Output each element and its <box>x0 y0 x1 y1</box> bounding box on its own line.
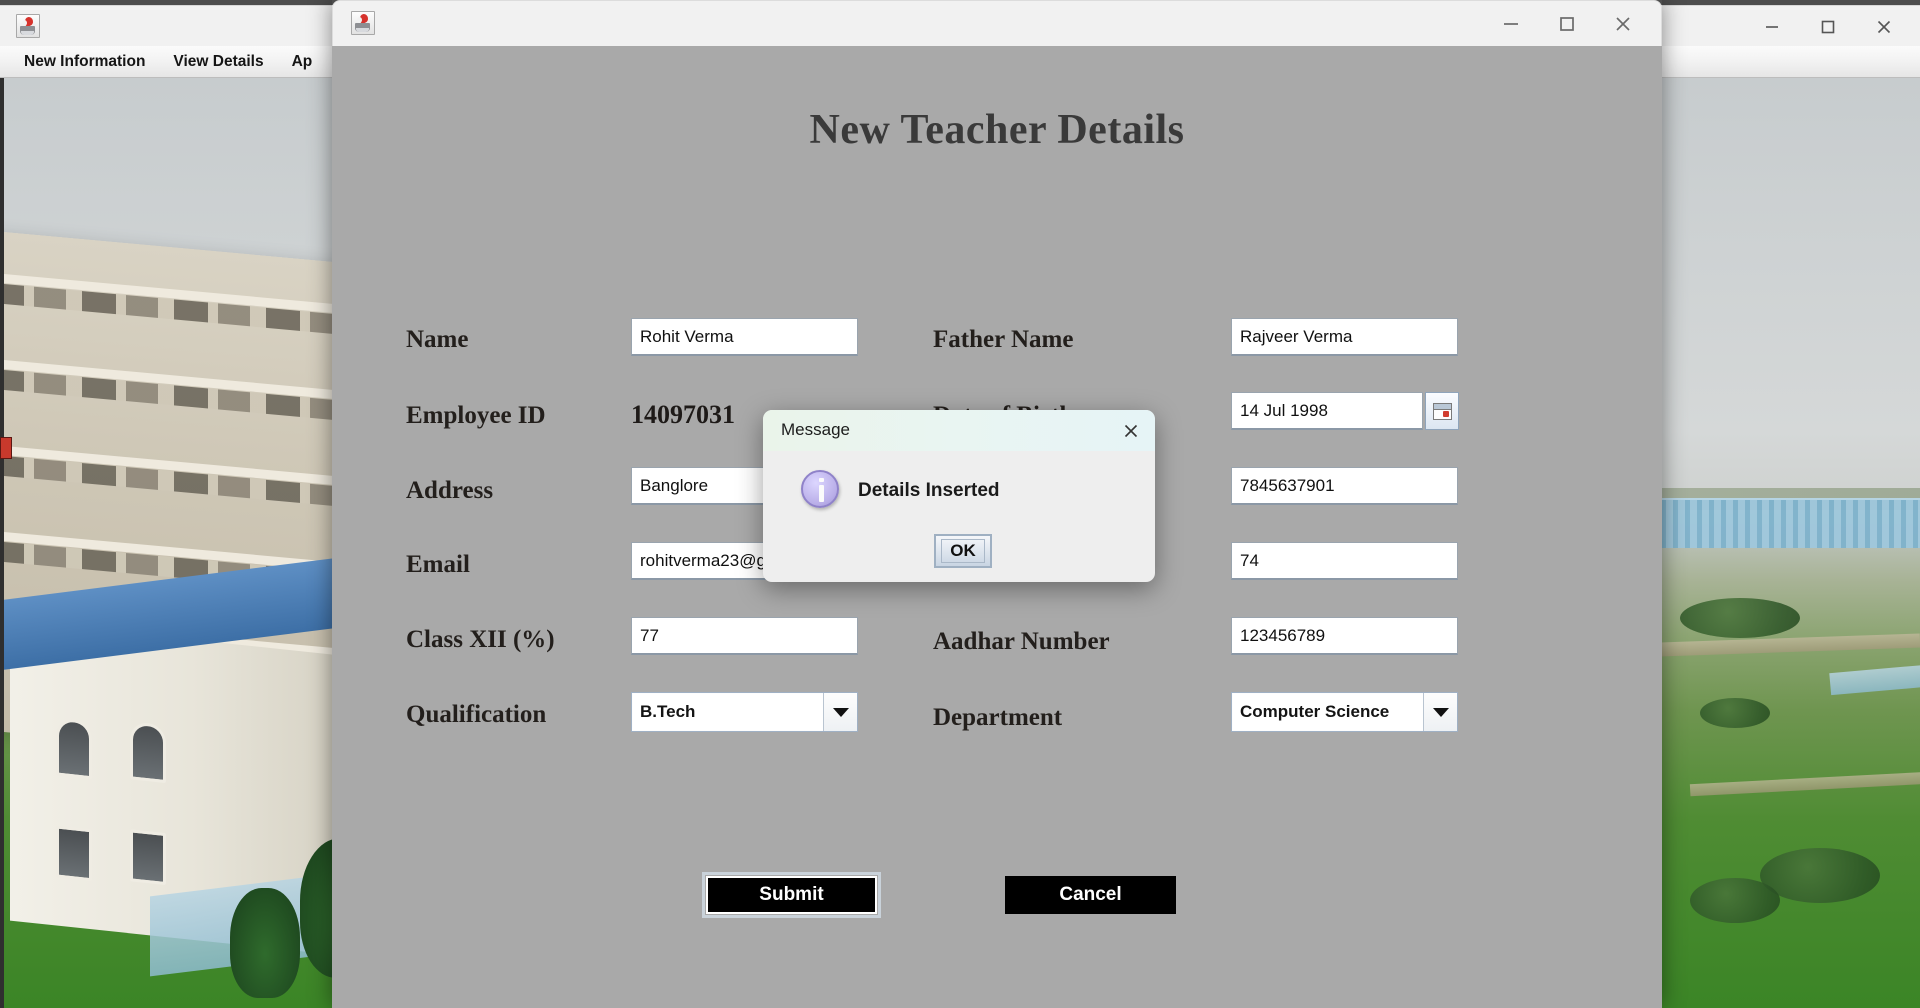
message-dialog-title: Message <box>781 420 850 439</box>
photo-tree <box>230 888 300 998</box>
maximize-button[interactable] <box>1539 1 1595 47</box>
employee-id-value: 14097031 <box>631 400 735 429</box>
ok-button[interactable]: OK <box>934 534 992 568</box>
label-email: Email <box>406 551 470 578</box>
close-button[interactable] <box>1856 6 1912 47</box>
page-title: New Teacher Details <box>809 107 1185 153</box>
label-address: Address <box>406 477 494 504</box>
maximize-button[interactable] <box>1800 6 1856 47</box>
submit-button[interactable]: Submit <box>702 872 881 918</box>
photo-water <box>1829 662 1920 696</box>
qualification-select[interactable]: B.Tech <box>631 692 858 732</box>
chevron-down-icon[interactable] <box>823 693 857 731</box>
photo-path <box>1689 771 1920 797</box>
close-button[interactable] <box>1115 415 1147 446</box>
java-cup-icon <box>16 14 40 38</box>
info-icon <box>801 470 839 508</box>
cancel-button[interactable]: Cancel <box>1005 876 1176 914</box>
menu-item-new-information[interactable]: New Information <box>14 50 155 74</box>
label-father-name: Father Name <box>933 326 1074 353</box>
aadhar-number-input[interactable]: 123456789 <box>1231 617 1458 655</box>
label-qualification: Qualification <box>406 701 547 728</box>
menu-item-view-details[interactable]: View Details <box>163 50 273 74</box>
qualification-value: B.Tech <box>640 702 696 721</box>
label-aadhar-number: Aadhar Number <box>933 628 1110 655</box>
menu-item-ap[interactable]: Ap <box>282 50 323 74</box>
photo-path <box>1659 633 1920 657</box>
message-dialog-text: Details Inserted <box>858 480 1000 501</box>
class-x-input[interactable]: 74 <box>1231 542 1458 580</box>
department-select[interactable]: Computer Science <box>1231 692 1458 732</box>
close-button[interactable] <box>1595 1 1651 47</box>
department-value: Computer Science <box>1240 702 1390 721</box>
label-class-xii: Class XII (%) <box>406 626 555 653</box>
background-window-controls <box>1744 6 1912 47</box>
photo-bush <box>1680 598 1800 638</box>
calendar-icon <box>1432 402 1452 420</box>
name-input[interactable]: Rohit Verma <box>631 318 858 356</box>
window-left-edge <box>0 78 4 1008</box>
minimize-button[interactable] <box>1483 1 1539 47</box>
dialog-titlebar[interactable] <box>332 0 1662 46</box>
chevron-down-icon[interactable] <box>1423 693 1457 731</box>
label-name: Name <box>406 326 469 353</box>
message-dialog: Message Details Inserted OK <box>763 410 1155 582</box>
photo-bush <box>1690 878 1780 923</box>
date-of-birth-input[interactable]: 14 Jul 1998 <box>1231 392 1423 430</box>
minimize-button[interactable] <box>1744 6 1800 47</box>
label-department: Department <box>933 704 1063 731</box>
dialog-window-controls <box>1483 1 1651 47</box>
phone-input[interactable]: 7845637901 <box>1231 467 1458 505</box>
label-employee-id: Employee ID <box>406 402 546 429</box>
date-picker-button[interactable] <box>1425 392 1459 430</box>
ok-button-label: OK <box>941 539 985 563</box>
java-cup-icon <box>351 11 375 35</box>
father-name-input[interactable]: Rajveer Verma <box>1231 318 1458 356</box>
status-indicator <box>0 437 12 459</box>
photo-bush <box>1700 698 1770 728</box>
message-dialog-titlebar[interactable]: Message <box>763 410 1155 451</box>
photo-distant-building <box>1630 498 1920 548</box>
class-xii-input[interactable]: 77 <box>631 617 858 655</box>
